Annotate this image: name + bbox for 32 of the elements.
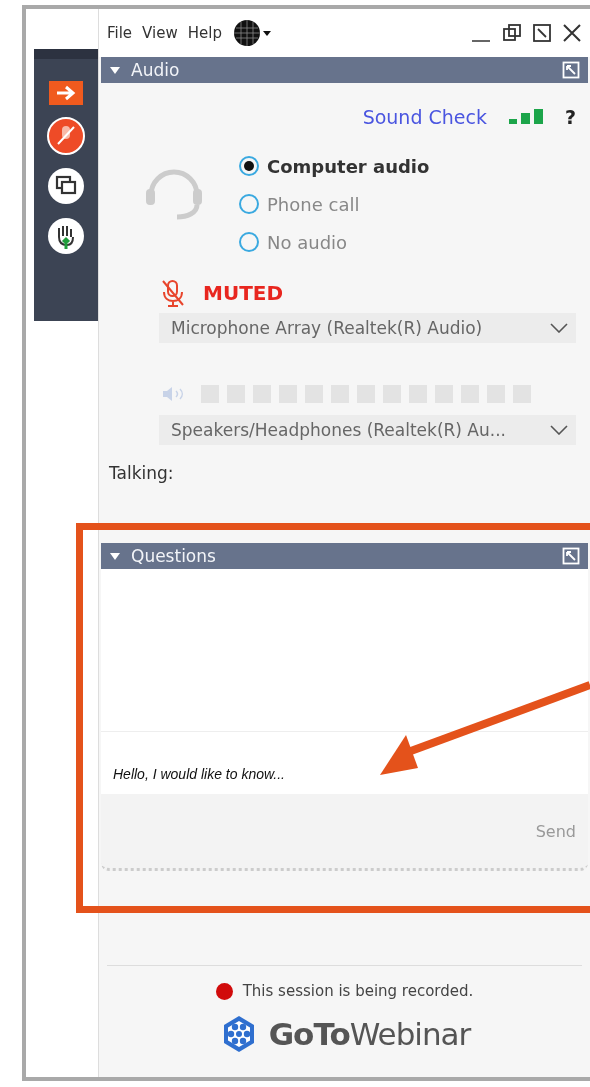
audio-option[interactable]: No audio — [239, 223, 430, 261]
questions-panel-header[interactable]: Questions — [101, 543, 588, 569]
close-icon[interactable] — [562, 23, 582, 43]
muted-microphone-icon[interactable] — [47, 117, 85, 155]
screen-share-icon[interactable] — [47, 167, 85, 205]
pop-out-icon[interactable] — [532, 23, 552, 43]
panel-title: Audio — [131, 60, 180, 80]
collapse-caret-icon[interactable] — [109, 551, 121, 561]
recording-notice: This session is being recorded. — [242, 982, 474, 1000]
menu-item[interactable]: File — [107, 24, 133, 42]
signal-bars-icon — [508, 107, 543, 127]
audio-option[interactable]: Computer audio — [239, 147, 430, 185]
chevron-down-icon — [550, 323, 568, 333]
raise-hand-icon[interactable] — [47, 217, 85, 255]
muted-label: MUTED — [203, 281, 284, 305]
audio-option[interactable]: Phone call — [239, 185, 430, 223]
panel-title: Questions — [131, 546, 216, 566]
collapse-caret-icon[interactable] — [109, 65, 121, 75]
help-link[interactable]: ? — [564, 106, 576, 128]
chevron-down-icon — [550, 425, 568, 435]
brand-logo: GoToWebinar — [268, 1016, 471, 1052]
sound-check-link[interactable]: Sound Check — [362, 106, 487, 128]
recording-dot — [215, 982, 233, 1000]
microphone-dropdown[interactable]: Microphone Array (Realtek(R) Audio) — [159, 313, 576, 343]
audio-panel-header[interactable]: Audio — [101, 57, 588, 83]
talking-label: Talking: — [109, 463, 175, 483]
restore-icon[interactable] — [502, 23, 522, 43]
menu-item[interactable]: View — [142, 24, 178, 42]
menu-item[interactable]: Help — [187, 24, 222, 42]
question-input[interactable]: Hello, I would like to know... — [101, 732, 588, 794]
speaker-dropdown[interactable]: Speakers/Headphones (Realtek(R) Au... — [159, 415, 576, 445]
language-globe-icon[interactable] — [231, 18, 272, 48]
